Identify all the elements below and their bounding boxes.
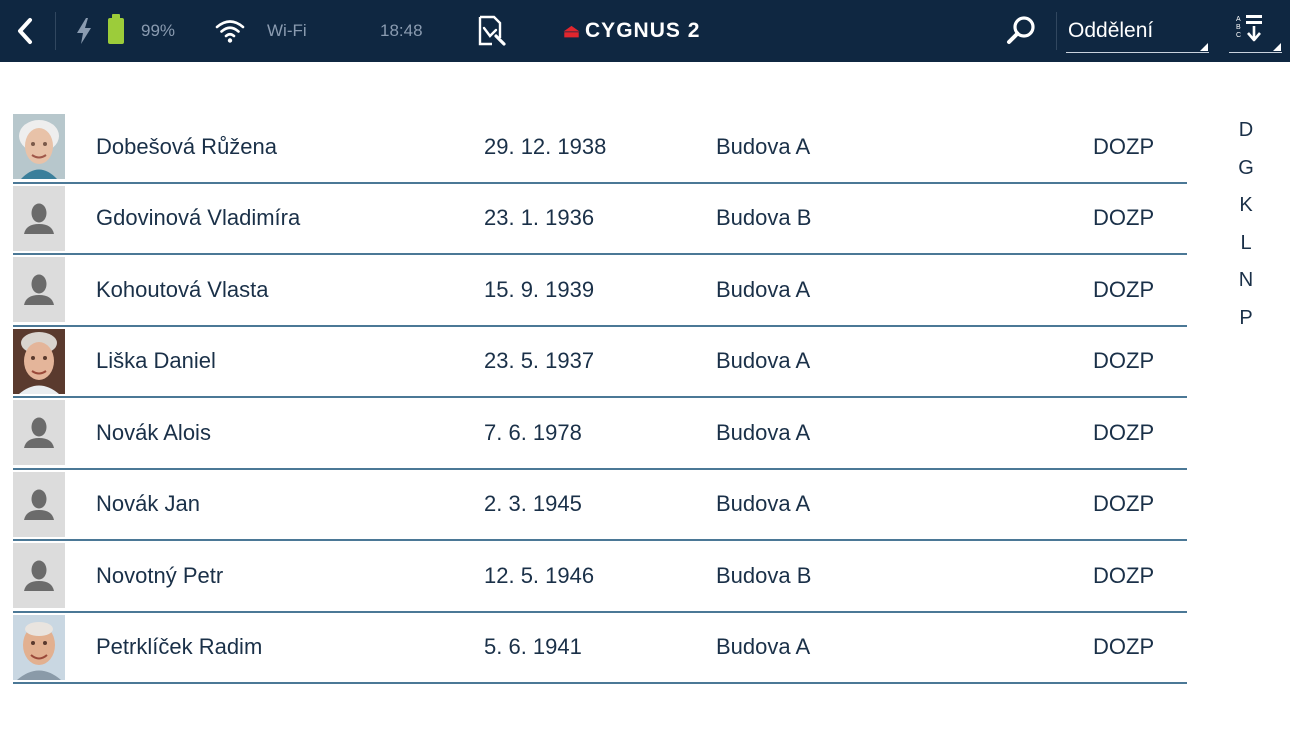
- table-row[interactable]: Novák Jan 2. 3. 1945 Budova A DOZP: [13, 470, 1187, 541]
- resident-name: Novák Alois: [96, 419, 211, 445]
- building: Budova A: [716, 634, 811, 660]
- birth-date: 5. 6. 1941: [484, 634, 582, 660]
- building: Budova A: [716, 419, 811, 445]
- building: Budova A: [716, 491, 811, 517]
- resident-name: Dobešová Růžena: [96, 133, 278, 159]
- sign-document-icon: [478, 15, 506, 46]
- person-silhouette-icon: [13, 400, 65, 465]
- avatar-placeholder: [13, 471, 65, 537]
- alphabet-index-letter[interactable]: K: [1232, 193, 1260, 231]
- department: DOZP: [1093, 133, 1155, 159]
- chevron-left-icon: [18, 18, 32, 44]
- logo-mark-icon: ⏏: [563, 20, 582, 41]
- department: DOZP: [1093, 348, 1155, 374]
- department: DOZP: [1093, 634, 1155, 660]
- alphabet-index: D G K L N P: [1232, 118, 1260, 343]
- dropdown-corner-icon: [1200, 43, 1208, 51]
- charging-icon: [74, 0, 94, 62]
- sort-button[interactable]: A B C: [1229, 10, 1282, 53]
- sort-alphabetical-icon: A B C: [1236, 15, 1262, 42]
- battery-icon: [108, 0, 124, 62]
- back-button[interactable]: [8, 0, 42, 62]
- department: DOZP: [1093, 419, 1155, 445]
- alphabet-index-letter[interactable]: G: [1232, 156, 1260, 194]
- person-silhouette-icon: [13, 471, 65, 537]
- table-row[interactable]: Kohoutová Vlasta 15. 9. 1939 Budova A DO…: [13, 255, 1187, 327]
- building: Budova A: [716, 133, 811, 159]
- resident-name: Petrklíček Radim: [96, 634, 263, 660]
- birth-date: 12. 5. 1946: [484, 562, 595, 588]
- resident-list: Dobešová Růžena 29. 12. 1938 Budova A DO…: [13, 112, 1187, 684]
- logo-text: CYGNUS 2: [585, 19, 701, 42]
- avatar-photo: [13, 114, 65, 179]
- building: Budova A: [716, 348, 811, 374]
- table-row[interactable]: Novotný Petr 12. 5. 1946 Budova B DOZP: [13, 541, 1187, 613]
- avatar-photo: [13, 328, 65, 394]
- resident-name: Novotný Petr: [96, 562, 224, 588]
- birth-date: 29. 12. 1938: [484, 133, 607, 159]
- alphabet-index-letter[interactable]: D: [1232, 118, 1260, 156]
- table-row[interactable]: Gdovinová Vladimíra 23. 1. 1936 Budova B…: [13, 184, 1187, 255]
- avatar-placeholder: [13, 257, 65, 322]
- resident-name: Kohoutová Vlasta: [96, 276, 269, 302]
- svg-text:B: B: [1236, 24, 1241, 31]
- department-dropdown-label: Oddělení: [1068, 19, 1154, 42]
- department-dropdown[interactable]: Oddělení: [1066, 10, 1209, 53]
- department: DOZP: [1093, 276, 1155, 302]
- birth-date: 23. 5. 1937: [484, 348, 595, 374]
- battery-percentage: 99%: [141, 21, 176, 40]
- alphabet-index-letter[interactable]: L: [1232, 231, 1260, 269]
- person-silhouette-icon: [13, 257, 65, 322]
- wifi-label: Wi-Fi: [267, 21, 307, 40]
- svg-text:A: A: [1236, 16, 1241, 23]
- birth-date: 7. 6. 1978: [484, 419, 582, 445]
- department: DOZP: [1093, 205, 1155, 231]
- search-button[interactable]: [1004, 0, 1038, 62]
- clock: 18:48: [380, 21, 423, 40]
- person-silhouette-icon: [13, 543, 65, 608]
- avatar-placeholder: [13, 185, 65, 251]
- resident-name: Liška Daniel: [96, 348, 216, 374]
- alphabet-index-letter[interactable]: P: [1232, 306, 1260, 344]
- avatar-photo: [13, 614, 65, 680]
- birth-date: 23. 1. 1936: [484, 205, 595, 231]
- resident-name: Novák Jan: [96, 491, 200, 517]
- avatar-placeholder: [13, 400, 65, 465]
- table-row[interactable]: Liška Daniel 23. 5. 1937 Budova A DOZP: [13, 327, 1187, 398]
- dropdown-corner-icon: [1273, 43, 1281, 51]
- department: DOZP: [1093, 491, 1155, 517]
- department: DOZP: [1093, 562, 1155, 588]
- person-silhouette-icon: [13, 185, 65, 251]
- table-row[interactable]: Petrklíček Radim 5. 6. 1941 Budova A DOZ…: [13, 613, 1187, 684]
- search-icon: [1007, 16, 1035, 44]
- building: Budova B: [716, 205, 812, 231]
- avatar-placeholder: [13, 543, 65, 608]
- sign-document-button[interactable]: [474, 0, 508, 62]
- table-row[interactable]: Dobešová Růžena 29. 12. 1938 Budova A DO…: [13, 112, 1187, 184]
- top-bar: 99% Wi-Fi 18:48 ⏏ CYGNUS 2 Oddělení A B …: [0, 0, 1290, 62]
- building: Budova A: [716, 276, 811, 302]
- svg-text:C: C: [1236, 32, 1241, 39]
- birth-date: 15. 9. 1939: [484, 276, 595, 302]
- table-row[interactable]: Novák Alois 7. 6. 1978 Budova A DOZP: [13, 398, 1187, 470]
- divider: [1056, 12, 1057, 50]
- alphabet-index-letter[interactable]: N: [1232, 268, 1260, 306]
- app-logo: ⏏ CYGNUS 2: [563, 0, 700, 62]
- resident-name: Gdovinová Vladimíra: [96, 205, 301, 231]
- wifi-icon: [215, 0, 245, 62]
- divider: [55, 12, 56, 50]
- birth-date: 2. 3. 1945: [484, 491, 582, 517]
- building: Budova B: [716, 562, 812, 588]
